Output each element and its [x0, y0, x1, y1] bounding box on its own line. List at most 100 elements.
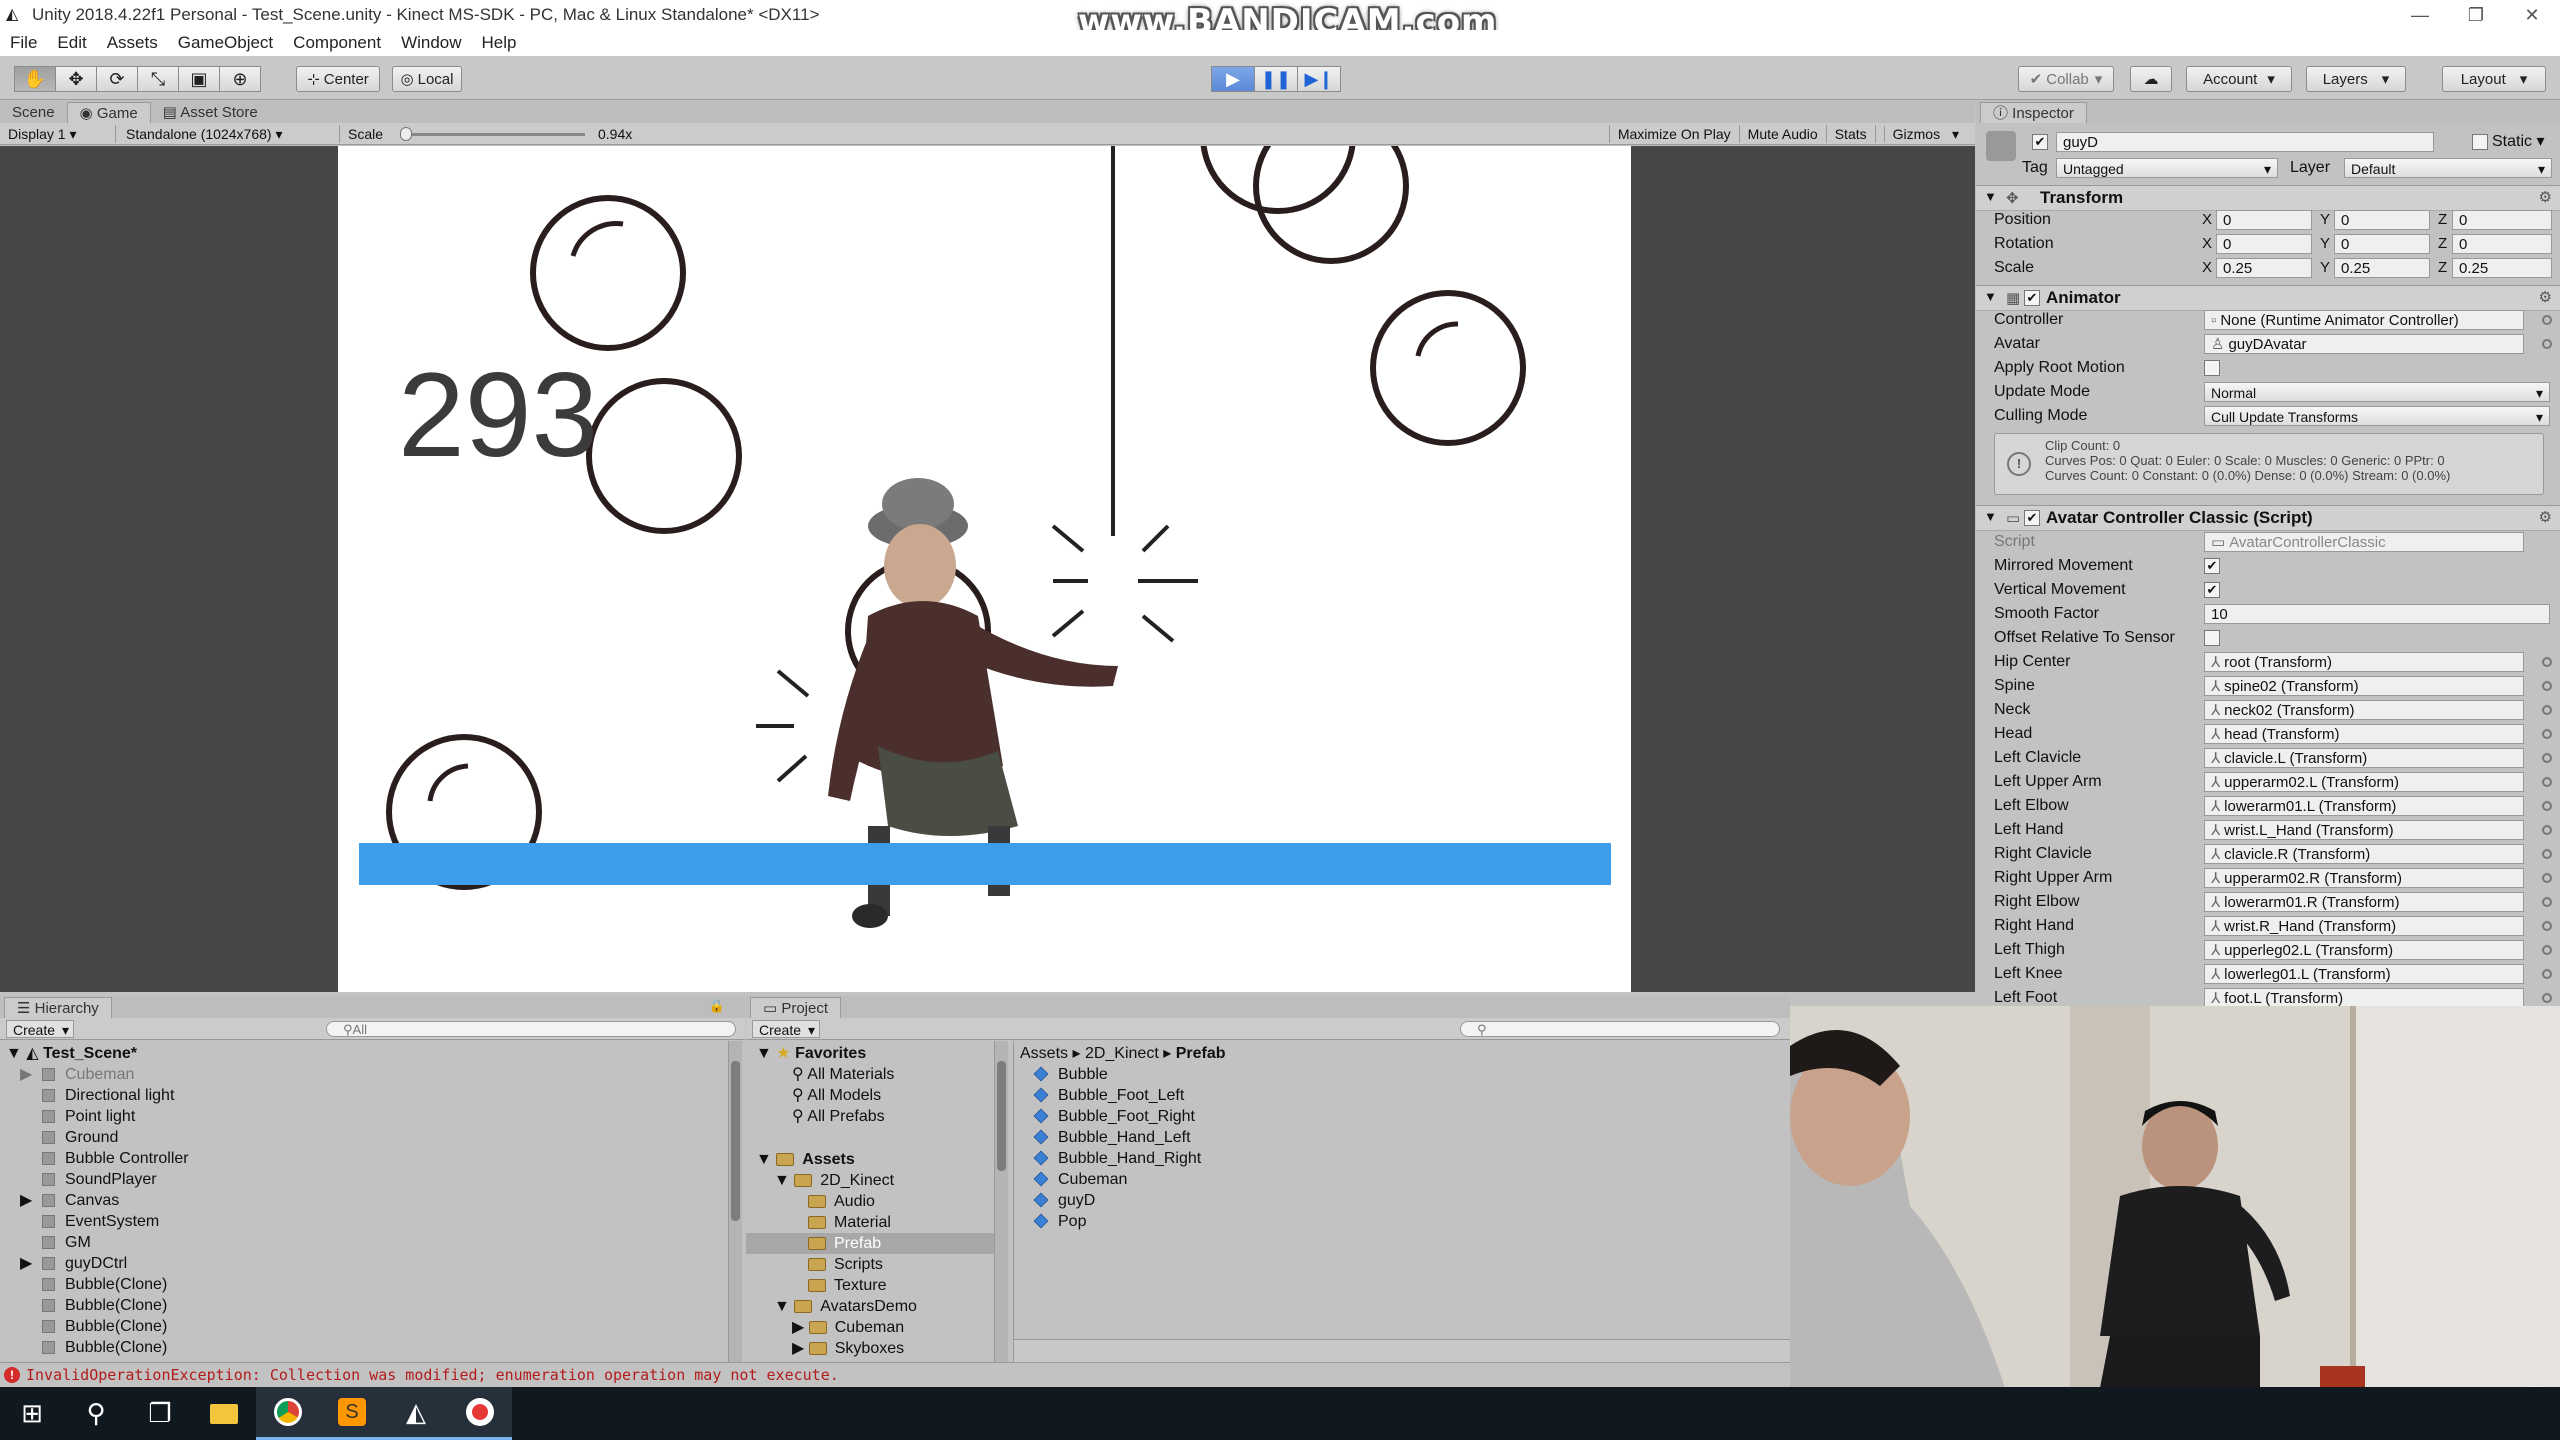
bandicam-record-icon[interactable]: [448, 1387, 512, 1440]
object-picker-icon[interactable]: [2542, 969, 2552, 979]
project-create-button[interactable]: Create: [752, 1020, 821, 1039]
minimize-icon[interactable]: —: [2392, 0, 2448, 30]
account-button[interactable]: Account ▾: [2186, 66, 2292, 92]
hierarchy-item[interactable]: SoundPlayer: [20, 1169, 157, 1190]
rotation-y-field[interactable]: 0: [2334, 234, 2430, 254]
expand-arrow-icon[interactable]: ▶: [792, 1340, 809, 1357]
object-picker-icon[interactable]: [2542, 825, 2552, 835]
bone-transform-field[interactable]: ⅄ lowerarm01.L (Transform): [2204, 796, 2524, 816]
update-mode-dropdown[interactable]: Normal: [2204, 382, 2550, 403]
folder-texture[interactable]: Texture: [808, 1275, 886, 1296]
expand-arrow-icon[interactable]: ▼: [6, 1045, 26, 1062]
hierarchy-item[interactable]: Bubble(Clone): [20, 1337, 167, 1358]
scene-root[interactable]: ▼ ◭ Test_Scene*: [6, 1043, 137, 1064]
expand-arrow-icon[interactable]: ▶: [792, 1319, 809, 1336]
sublime-text-icon[interactable]: S: [320, 1387, 384, 1440]
pause-icon[interactable]: ❚❚: [1254, 66, 1298, 92]
rotation-z-field[interactable]: 0: [2452, 234, 2552, 254]
bone-transform-field[interactable]: ⅄ spine02 (Transform): [2204, 676, 2524, 696]
object-picker-icon[interactable]: [2542, 897, 2552, 907]
expand-arrow-icon[interactable]: ▼: [1984, 289, 1997, 304]
position-y-field[interactable]: 0: [2334, 210, 2430, 230]
bone-transform-field[interactable]: ⅄ head (Transform): [2204, 724, 2524, 744]
hierarchy-scrollbar[interactable]: [728, 1041, 742, 1362]
folder-cubeman[interactable]: ▶ Cubeman: [792, 1317, 904, 1338]
menu-gameobject[interactable]: GameObject: [178, 33, 273, 53]
object-picker-icon[interactable]: [2542, 753, 2552, 763]
tab-inspector[interactable]: ⓘ Inspector: [1980, 102, 2087, 123]
menu-component[interactable]: Component: [293, 33, 381, 53]
bone-transform-field[interactable]: ⅄ wrist.L_Hand (Transform): [2204, 820, 2524, 840]
tab-hierarchy[interactable]: ☰ Hierarchy: [4, 997, 112, 1018]
gear-icon[interactable]: ⚙: [2539, 188, 2552, 206]
folder-scripts[interactable]: Scripts: [808, 1254, 883, 1275]
close-icon[interactable]: ✕: [2504, 0, 2560, 30]
prefab-file-item[interactable]: Bubble_Foot_Right: [1033, 1106, 1195, 1127]
expand-arrow-icon[interactable]: ▼: [1984, 189, 1997, 204]
hand-tool-icon[interactable]: ✋: [14, 66, 56, 92]
bone-transform-field[interactable]: ⅄ lowerarm01.R (Transform): [2204, 892, 2524, 912]
play-icon[interactable]: ▶: [1211, 66, 1255, 92]
bone-transform-field[interactable]: ⅄ upperleg02.L (Transform): [2204, 940, 2524, 960]
rotate-tool-icon[interactable]: ⟳: [96, 66, 138, 92]
prefab-file-item[interactable]: guyD: [1033, 1190, 1095, 1211]
tab-scene[interactable]: Scene: [0, 102, 67, 123]
hierarchy-item[interactable]: Directional light: [20, 1085, 174, 1106]
avatar-field[interactable]: ♙ guyDAvatar: [2204, 334, 2524, 354]
menu-file[interactable]: File: [10, 33, 37, 53]
object-picker-icon[interactable]: [2542, 339, 2552, 349]
folder-audio[interactable]: Audio: [808, 1191, 875, 1212]
breadcrumb-assets[interactable]: Assets: [1020, 1045, 1068, 1062]
tab-project[interactable]: ▭ Project: [750, 997, 842, 1018]
object-picker-icon[interactable]: [2542, 801, 2552, 811]
hierarchy-create-button[interactable]: Create: [6, 1020, 75, 1039]
object-picker-icon[interactable]: [2542, 681, 2552, 691]
console-status-bar[interactable]: ! InvalidOperationException: Collection …: [0, 1362, 1790, 1387]
stats-toggle[interactable]: Stats: [1825, 125, 1875, 143]
windows-start-icon[interactable]: ⊞: [0, 1387, 64, 1440]
bone-transform-field[interactable]: ⅄ lowerleg01.L (Transform): [2204, 964, 2524, 984]
hierarchy-item[interactable]: Bubble(Clone): [20, 1316, 167, 1337]
search-icon[interactable]: ⚲: [64, 1387, 128, 1440]
hierarchy-item[interactable]: ▶ Cubeman: [20, 1064, 134, 1085]
hierarchy-item[interactable]: EventSystem: [20, 1211, 159, 1232]
transform-tool-icon[interactable]: ⊕: [219, 66, 261, 92]
hierarchy-item[interactable]: Bubble(Clone): [20, 1295, 167, 1316]
chrome-icon[interactable]: [256, 1387, 320, 1440]
prefab-file-item[interactable]: Bubble_Hand_Left: [1033, 1127, 1191, 1148]
menu-help[interactable]: Help: [482, 33, 517, 53]
scale-slider-track[interactable]: [400, 133, 585, 136]
tag-dropdown[interactable]: Untagged: [2056, 158, 2278, 179]
controller-field[interactable]: ▫ None (Runtime Animator Controller): [2204, 310, 2524, 330]
hierarchy-search-input[interactable]: ⚲All: [326, 1021, 736, 1037]
scrollbar-thumb[interactable]: [731, 1061, 740, 1221]
expand-arrow-icon[interactable]: ▶: [20, 1064, 42, 1085]
active-checkbox[interactable]: ✔: [2032, 134, 2048, 150]
script-enabled-checkbox[interactable]: ✔: [2024, 510, 2040, 526]
object-picker-icon[interactable]: [2542, 993, 2552, 1003]
gear-icon[interactable]: ⚙: [2539, 288, 2552, 306]
pivot-local-button[interactable]: ◎ Local: [392, 66, 462, 92]
layout-button[interactable]: Layout ▾: [2442, 66, 2546, 92]
game-canvas[interactable]: 293: [338, 146, 1631, 992]
mute-audio-toggle[interactable]: Mute Audio: [1738, 125, 1826, 143]
avatar-controller-component-header[interactable]: ▼ ▭ ✔ Avatar Controller Classic (Script)…: [1976, 505, 2560, 531]
bone-transform-field[interactable]: ⅄ upperarm02.R (Transform): [2204, 868, 2524, 888]
assets-folder[interactable]: ▼ Assets: [756, 1149, 855, 1170]
expand-arrow-icon[interactable]: ▼: [774, 1298, 794, 1315]
move-tool-icon[interactable]: ✥: [55, 66, 97, 92]
rect-tool-icon[interactable]: ▣: [178, 66, 220, 92]
maximize-on-play-toggle[interactable]: Maximize On Play: [1608, 125, 1739, 143]
tab-game[interactable]: ◉ Game: [66, 102, 151, 123]
gear-icon[interactable]: ⚙: [2539, 508, 2552, 526]
hierarchy-item[interactable]: Point light: [20, 1106, 135, 1127]
offset-relative-checkbox[interactable]: [2204, 630, 2220, 646]
rotation-x-field[interactable]: 0: [2216, 234, 2312, 254]
expand-arrow-icon[interactable]: ▶: [20, 1190, 42, 1211]
folder-prefab[interactable]: Prefab: [746, 1233, 1000, 1254]
tab-asset-store[interactable]: ▤ Asset Store: [151, 102, 270, 123]
bone-transform-field[interactable]: ⅄ foot.L (Transform): [2204, 988, 2524, 1006]
scale-z-field[interactable]: 0.25: [2452, 258, 2552, 278]
vertical-movement-checkbox[interactable]: ✔: [2204, 582, 2220, 598]
animator-component-header[interactable]: ▼ ▦ ✔ Animator ⚙: [1976, 285, 2560, 311]
